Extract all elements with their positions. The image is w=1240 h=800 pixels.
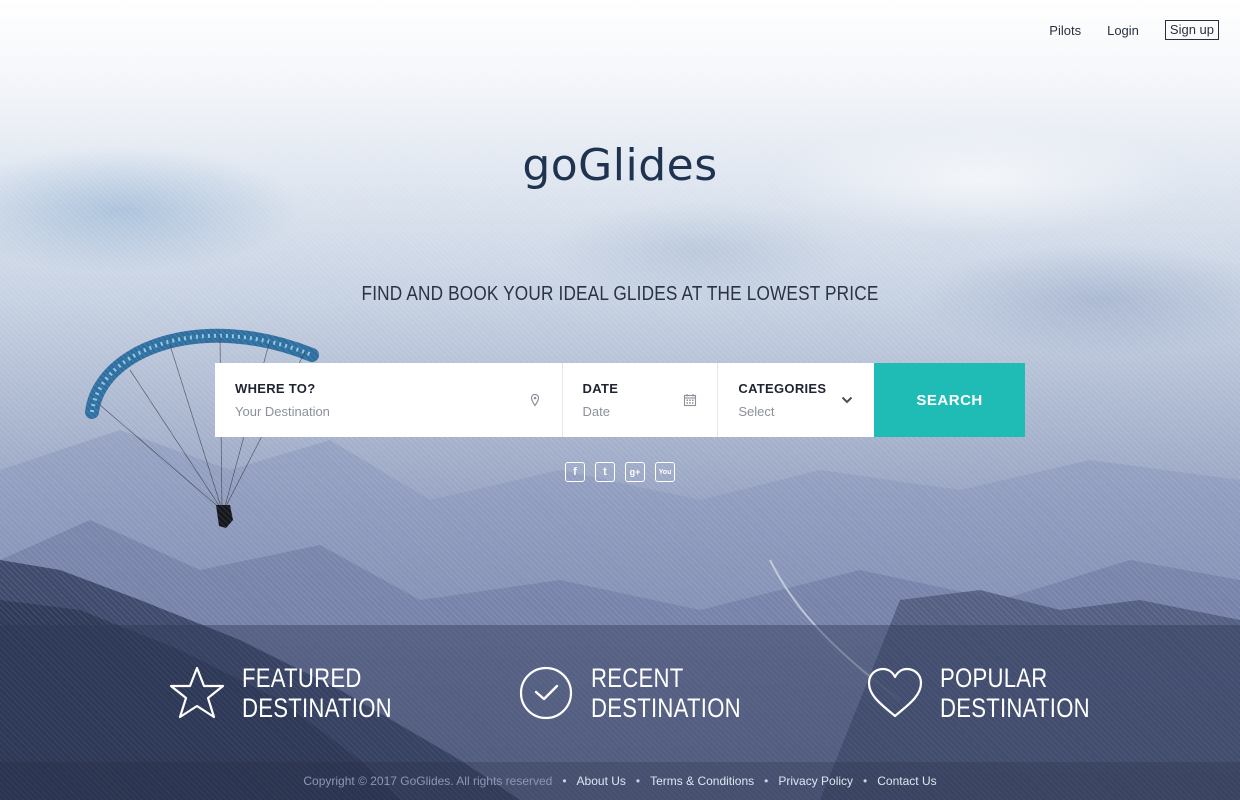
footer-contact-link[interactable]: Contact Us [877,774,936,788]
top-nav: Pilots Login Sign up [1049,20,1219,40]
popular-line-1: POPULAR [940,663,1048,693]
social-links: f t g+ You [565,462,675,482]
footer-separator: • [764,774,769,788]
hero-tagline: FIND AND BOOK YOUR IDEAL GLIDES AT THE L… [361,283,879,305]
map-pin-icon [530,393,539,407]
categories-label: CATEGORIES [738,381,827,396]
destination-field[interactable]: WHERE TO? Your Destination [215,363,563,437]
recent-line-1: RECENT [591,663,684,693]
categories-select[interactable]: Select [738,404,854,419]
destination-input[interactable]: Your Destination [235,404,542,419]
footer-separator: • [863,774,868,788]
clock-check-icon [519,666,573,720]
date-field[interactable]: DATE Date [562,363,719,437]
popular-line-2: DESTINATION [940,693,1090,723]
footer: Copyright © 2017 GoGlides. All rights re… [0,762,1240,800]
popular-destination-text: POPULAR DESTINATION [940,663,1090,723]
footer-terms-link[interactable]: Terms & Conditions [650,774,754,788]
categories-field[interactable]: CATEGORIES Select [718,363,875,437]
heart-icon [867,667,923,718]
footer-privacy-link[interactable]: Privacy Policy [778,774,853,788]
recent-destination-text: RECENT DESTINATION [591,663,741,723]
youtube-icon[interactable]: You [655,462,675,482]
destination-label: WHERE TO? [235,381,316,396]
footer-separator: • [635,774,641,788]
twitter-icon[interactable]: t [595,462,615,482]
date-input[interactable]: Date [583,404,698,419]
facebook-icon[interactable]: f [565,462,585,482]
featured-line-2: DESTINATION [242,693,392,723]
popular-destination-link[interactable]: POPULAR DESTINATION [866,663,1123,723]
nav-login-link[interactable]: Login [1107,23,1139,38]
recent-destination-link[interactable]: RECENT DESTINATION [517,663,774,723]
search-button[interactable]: SEARCH [874,363,1025,437]
featured-line-1: FEATURED [242,663,362,693]
google-plus-icon[interactable]: g+ [625,462,645,482]
calendar-icon [684,394,697,407]
featured-destination-link[interactable]: FEATURED DESTINATION [168,663,425,723]
brand-logo[interactable]: goGlides [0,140,1240,191]
featured-destination-text: FEATURED DESTINATION [242,663,392,723]
footer-about-link[interactable]: About Us [577,774,626,788]
copyright-text: Copyright © 2017 GoGlides. All rights re… [303,774,553,788]
footer-separator: • [562,774,567,788]
search-bar: WHERE TO? Your Destination DATE Date CAT… [215,363,1025,437]
date-label: DATE [582,381,619,396]
recent-line-2: DESTINATION [591,693,741,723]
nav-pilots-link[interactable]: Pilots [1049,23,1081,38]
nav-signup-button[interactable]: Sign up [1164,20,1219,40]
chevron-down-icon[interactable] [840,393,854,407]
star-icon [169,666,225,719]
